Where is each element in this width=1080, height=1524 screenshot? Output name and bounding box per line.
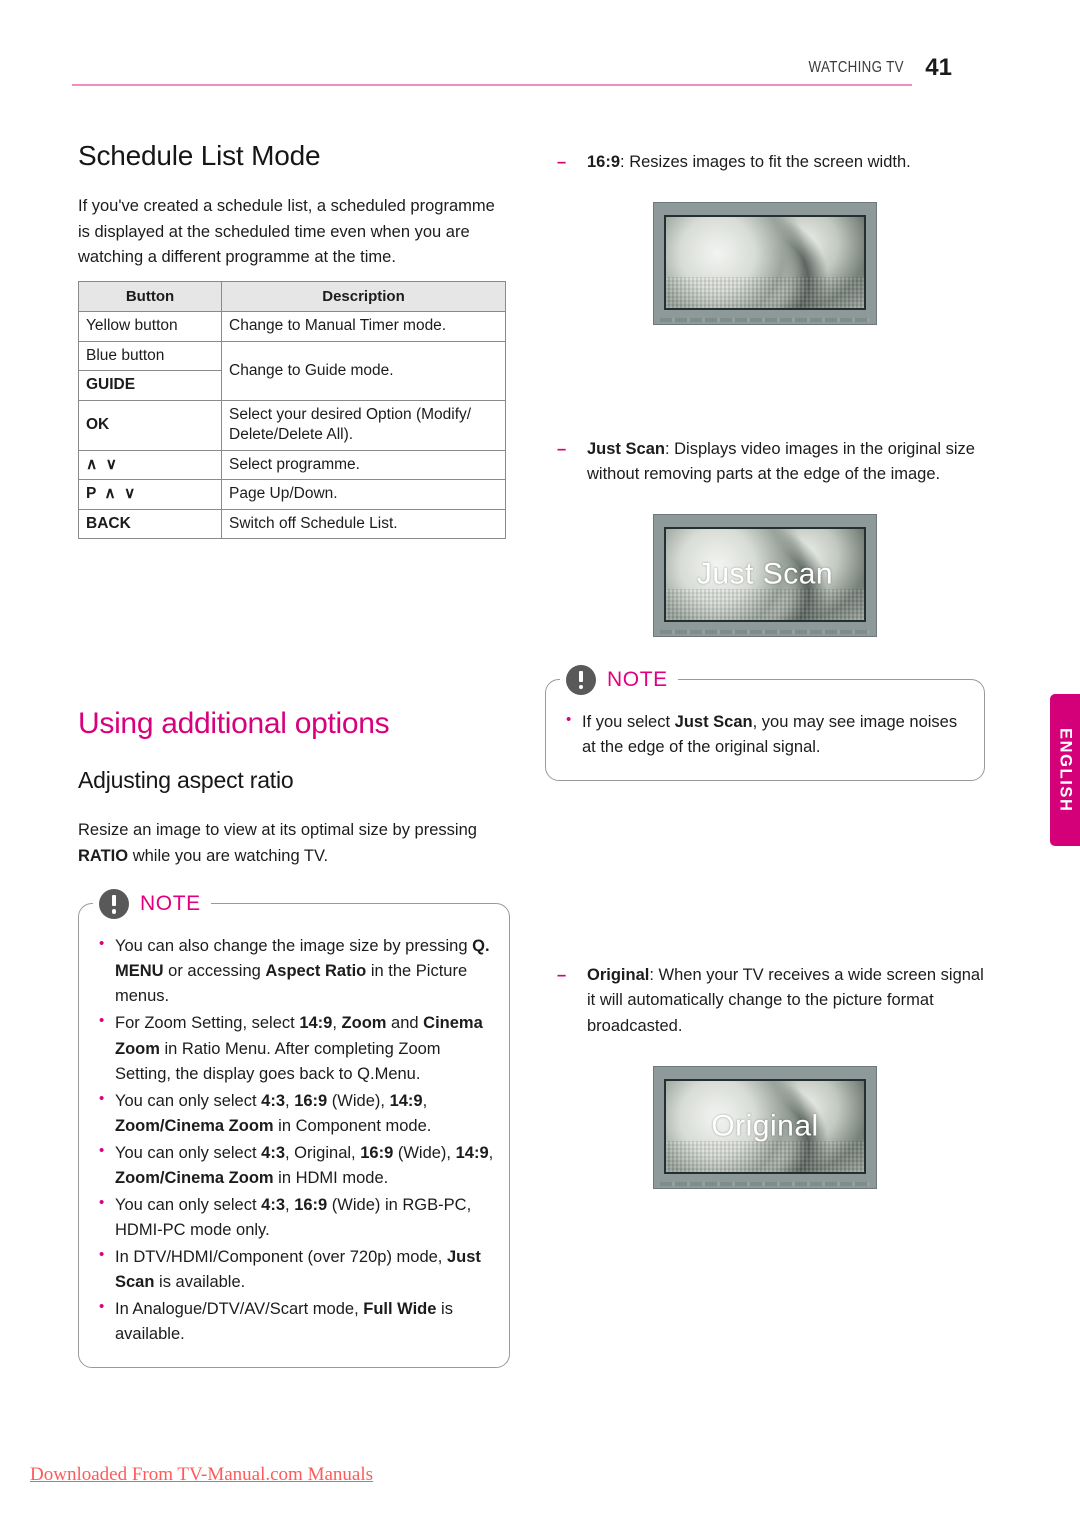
table-cell-description: Page Up/Down. [221,479,506,510]
table-cell-description: Switch off Schedule List. [221,508,506,540]
table-cell-description: Change to Manual Timer mode. [221,311,506,342]
page-number: 41 [925,54,952,81]
table-cell-button: GUIDE [78,370,222,401]
intro-paragraph: If you've created a schedule list, a sch… [78,197,495,267]
note-label: NOTE [140,892,201,916]
tv-stand [660,629,870,634]
table-cell-button: BACK [78,508,222,540]
table-cell-description-merged: Change to Guide mode. [221,340,506,401]
tv-scene-texture [666,1140,864,1172]
aspect-item-16-9: 16:9: Resizes images to fit the screen w… [545,150,985,176]
language-tab-english: ENGLISH [1050,694,1080,846]
tv-overlay-caption: Just Scan [696,557,834,591]
button-description-table: Button Description Yellow button Change … [78,280,506,540]
list-item: In Analogue/DTV/AV/Scart mode, Full Wide… [93,1296,495,1347]
header-section-label: WATCHING TV [808,59,904,76]
ratio-key-label: RATIO [78,846,129,865]
right-column: 16:9: Resizes images to fit the screen w… [545,150,985,1189]
tv-illustration-just-scan: Just Scan [653,513,877,637]
table-cell-button: ∧ ∨ [78,449,222,481]
section-title-using-additional-options: Using additional options [78,707,390,741]
list-item: You can also change the image size by pr… [93,933,495,1009]
table-row: Yellow button Change to Manual Timer mod… [78,311,506,342]
aspect-ratio-text-b: while you are watching TV. [128,846,329,865]
list-item: You can only select 4:3, 16:9 (Wide), 14… [93,1088,495,1139]
subsection-title-adjusting-aspect-ratio: Adjusting aspect ratio [78,767,294,794]
list-item: If you select Just Scan, you may see ima… [560,709,970,760]
tv-stand [660,317,870,322]
table-row: BACK Switch off Schedule List. [78,508,506,540]
page-title: Schedule List Mode [78,140,321,171]
note-list-left: You can also change the image size by pr… [93,933,495,1347]
note-list-right: If you select Just Scan, you may see ima… [560,709,970,760]
note-header: NOTE [93,887,211,922]
table-cell-description: Select programme. [221,449,506,481]
footer-download-link[interactable]: Downloaded From TV-Manual.com Manuals [30,1464,373,1486]
note-header: NOTE [560,662,678,697]
aspect-ratio-paragraph: Resize an image to view at its optimal s… [78,818,510,869]
tv-scene-texture [666,276,864,308]
table-cell-button: P ∧ ∨ [78,479,222,510]
aspect-ratio-text-a: Resize an image to view at its optimal s… [78,821,477,840]
table-row: OK Select your desired Option (Modify/ D… [78,399,506,451]
table-cell-button: Blue button [78,340,222,372]
note-box-right: NOTE If you select Just Scan, you may se… [545,662,985,781]
table-row: ∧ ∨ Select programme. [78,449,506,481]
page-header: WATCHING TV 41 [72,40,1008,86]
tv-stand [660,1181,870,1186]
note-box-left: NOTE You can also change the image size … [78,887,510,1369]
table-header-button: Button [78,280,222,313]
list-item: In DTV/HDMI/Component (over 720p) mode, … [93,1244,495,1295]
tv-illustration-16-9 [653,201,877,325]
left-column: Schedule List Mode If you've created a s… [78,140,510,1369]
tv-bezel [653,201,877,325]
tv-screen [664,214,866,310]
list-item: You can only select 4:3, 16:9 (Wide) in … [93,1192,495,1243]
exclamation-circle-icon [99,889,129,920]
header-divider-rule [72,84,912,86]
table-cell-button: Yellow button [78,311,222,342]
table-row: P ∧ ∨ Page Up/Down. [78,479,506,510]
exclamation-circle-icon [566,664,596,695]
list-item: You can only select 4:3, Original, 16:9 … [93,1140,495,1191]
table-row: Blue button Change to Guide mode. [78,340,506,401]
note-label: NOTE [607,667,668,691]
list-item: For Zoom Setting, select 14:9, Zoom and … [93,1010,495,1086]
table-header-description: Description [221,280,506,313]
table-cell-button: OK [78,399,222,451]
tv-overlay-caption: Original [711,1109,819,1143]
tv-scene-texture [666,588,864,620]
table-cell-description: Select your desired Option (Modify/ Dele… [221,399,506,451]
table-header-row: Button Description [78,280,506,313]
language-tab-label: ENGLISH [1056,727,1075,813]
aspect-item-just-scan: Just Scan: Displays video images in the … [545,437,985,488]
aspect-item-original: Original: When your TV receives a wide s… [545,963,985,1040]
tv-illustration-original: Original [653,1065,877,1189]
